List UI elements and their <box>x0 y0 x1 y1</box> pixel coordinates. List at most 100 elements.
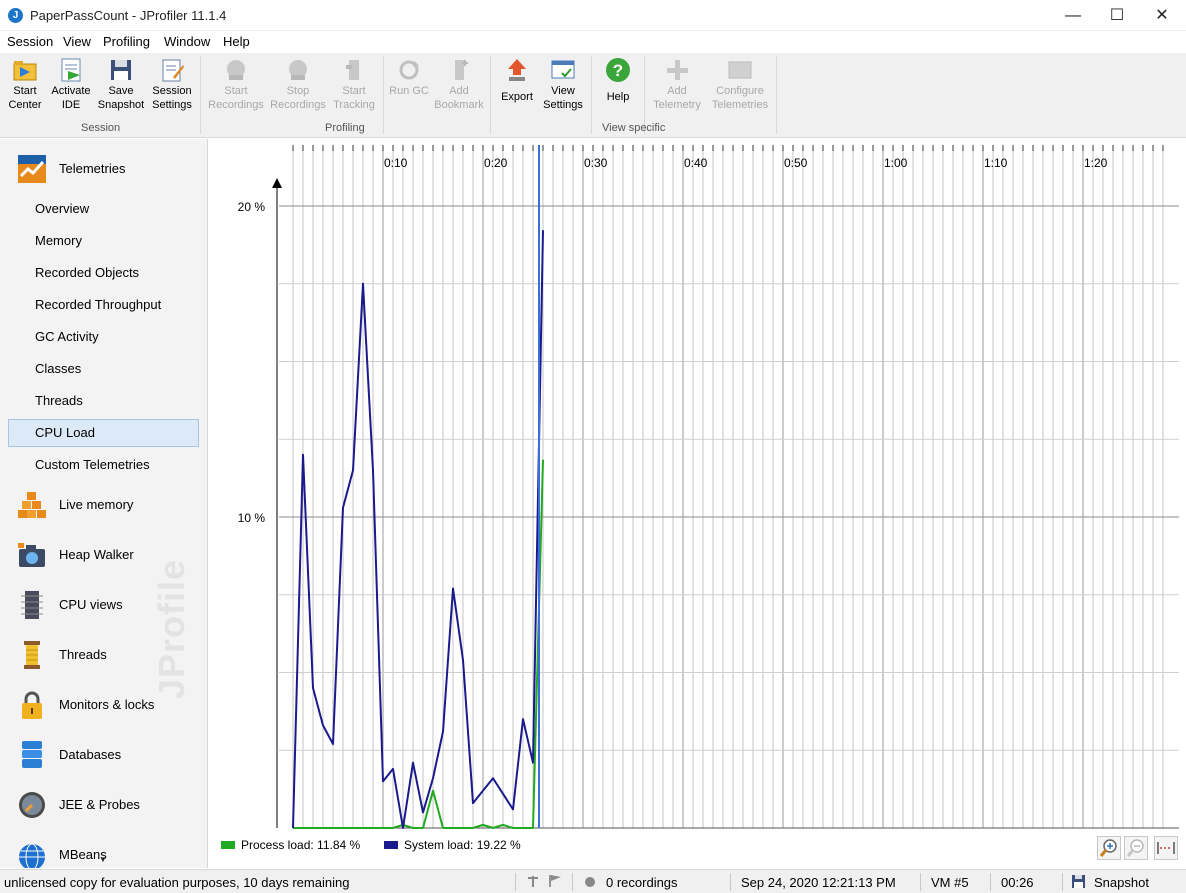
help-question-icon: ? <box>605 57 631 83</box>
save-snapshot-label-2: Snapshot <box>97 99 145 111</box>
start-tracking-label-1: Start <box>342 85 366 97</box>
configure-telemetries-label-2: Telemetries <box>711 99 769 111</box>
sidebar-section-jee-probes[interactable]: JEE & Probes <box>0 783 207 827</box>
cpu-load-chart-panel: 0:10 0:20 0:30 0:40 0:50 1:00 1:10 1:20 20 % 10 %… <box>209 139 1186 868</box>
start-recordings-button[interactable]: Start Recordings <box>207 57 265 112</box>
activate-ide-label-2: IDE <box>61 99 81 111</box>
sidebar-section-live-memory[interactable]: Live memory <box>0 483 207 527</box>
sidebar-item-memory[interactable]: Memory <box>35 233 82 248</box>
view-settings-button[interactable]: View Settings <box>541 57 585 112</box>
flag-icon[interactable] <box>548 874 562 891</box>
sidebar-section-label: CPU views <box>59 597 123 612</box>
sidebar-item-recorded-throughput[interactable]: Recorded Throughput <box>35 297 161 312</box>
sidebar-item-threads[interactable]: Threads <box>35 393 83 408</box>
sidebar-section-telemetries[interactable]: Telemetries <box>0 147 207 191</box>
fit-to-window-button[interactable] <box>1154 836 1178 860</box>
floppy-disk-icon <box>108 57 134 83</box>
sidebar-item-gc-activity[interactable]: GC Activity <box>35 329 99 344</box>
sidebar-section-label: Heap Walker <box>59 547 134 562</box>
cpu-chip-icon <box>17 590 47 620</box>
session-settings-label-1: Session <box>152 85 192 97</box>
session-settings-icon <box>159 57 185 83</box>
zoom-in-icon <box>1099 839 1117 857</box>
configure-telemetries-label-1: Configure <box>716 85 764 97</box>
view-settings-label-2: Settings <box>543 99 583 111</box>
start-tracking-button[interactable]: Start Tracking <box>331 57 377 112</box>
group-label-session: Session <box>81 122 121 134</box>
vm-id: VM #5 <box>931 875 969 890</box>
zoom-out-button[interactable] <box>1124 836 1148 860</box>
plus-icon <box>664 57 690 83</box>
sidebar-item-classes[interactable]: Classes <box>35 361 81 376</box>
session-settings-button[interactable]: Session Settings <box>150 57 194 112</box>
legend-system-load: System load: 19.22 % <box>384 838 521 852</box>
toolbar-separator <box>200 56 201 134</box>
window-title: PaperPassCount - JProfiler 11.1.4 <box>30 8 227 23</box>
start-recordings-icon <box>223 57 249 83</box>
sidebar-item-cpu-load[interactable]: CPU Load <box>35 425 95 440</box>
add-bookmark-button[interactable]: Add Bookmark <box>433 57 485 112</box>
x-tick-label: 0:20 <box>484 156 508 170</box>
toolbar: Start Center Activate IDE Save Snapshot … <box>0 53 1186 138</box>
menu-session[interactable]: Session <box>7 34 53 49</box>
status-bar: unlicensed copy for evaluation purposes,… <box>0 869 1186 893</box>
globe-icon <box>17 840 47 868</box>
status-separator <box>920 873 921 891</box>
sidebar-item-recorded-objects[interactable]: Recorded Objects <box>35 265 139 280</box>
status-separator <box>515 873 516 891</box>
view-settings-icon <box>550 57 576 83</box>
add-bookmark-label-1: Add <box>449 85 469 97</box>
sidebar-item-overview[interactable]: Overview <box>35 201 89 216</box>
sidebar-section-label: Live memory <box>59 497 134 512</box>
camera-icon <box>17 540 47 570</box>
help-button[interactable]: ? Help <box>597 57 639 104</box>
activate-ide-button[interactable]: Activate IDE <box>49 57 93 112</box>
x-tick-label: 0:10 <box>384 156 408 170</box>
menu-window[interactable]: Window <box>164 34 210 49</box>
x-tick-label: 0:30 <box>584 156 608 170</box>
stop-recordings-label-2: Recordings <box>270 99 326 111</box>
close-icon[interactable]: ✕ <box>1139 0 1185 31</box>
zoom-in-button[interactable] <box>1097 836 1121 860</box>
recordings-count: 0 recordings <box>606 875 678 890</box>
status-separator <box>990 873 991 891</box>
stop-recordings-button[interactable]: Stop Recordings <box>269 57 327 112</box>
run-gc-button[interactable]: Run GC <box>388 57 430 98</box>
sidebar-section-label: Telemetries <box>59 161 126 176</box>
menu-view[interactable]: View <box>63 34 91 49</box>
license-status: unlicensed copy for evaluation purposes,… <box>4 875 350 890</box>
menu-help[interactable]: Help <box>223 34 250 49</box>
save-snapshot-button[interactable]: Save Snapshot <box>97 57 145 112</box>
gauge-probe-icon <box>17 790 47 820</box>
maximize-icon[interactable]: ☐ <box>1094 0 1140 31</box>
y-axis-arrow-icon <box>272 178 282 188</box>
status-separator <box>730 873 731 891</box>
series-process-load-line <box>293 459 544 829</box>
export-button[interactable]: Export <box>497 57 537 104</box>
x-tick-label: 0:50 <box>784 156 808 170</box>
configure-telemetries-button[interactable]: Configure Telemetries <box>709 57 771 112</box>
sidebar-scroll-down-icon[interactable]: ▼ <box>99 855 107 864</box>
add-telemetry-button[interactable]: Add Telemetry <box>650 57 704 112</box>
minimize-icon[interactable]: — <box>1050 0 1096 31</box>
toolbar-separator <box>490 56 491 134</box>
jprofiler-app-icon: J <box>8 8 23 23</box>
pin-icon[interactable] <box>526 874 540 891</box>
legend-process-text: Process load: 11.84 % <box>241 838 361 852</box>
cpu-load-chart[interactable]: 0:10 0:20 0:30 0:40 0:50 1:00 1:10 1:20 20 % 10 % <box>209 139 1186 868</box>
sidebar-item-custom-telemetries[interactable]: Custom Telemetries <box>35 457 150 472</box>
start-center-label-1: Start <box>13 85 37 97</box>
toolbar-separator <box>776 56 777 134</box>
start-center-button[interactable]: Start Center <box>5 57 45 112</box>
menu-profiling[interactable]: Profiling <box>103 34 150 49</box>
start-tracking-icon <box>341 57 367 83</box>
menu-bar: Session View Profiling Window Help <box>0 31 1186 53</box>
start-center-label-2: Center <box>8 99 42 111</box>
x-tick-label: 0:40 <box>684 156 708 170</box>
legend-system-swatch <box>384 841 398 849</box>
group-label-view-specific: View specific <box>602 122 666 134</box>
sidebar-section-databases[interactable]: Databases <box>0 733 207 777</box>
stop-recordings-icon <box>285 57 311 83</box>
live-memory-icon <box>17 490 47 520</box>
x-tick-label: 1:10 <box>984 156 1008 170</box>
